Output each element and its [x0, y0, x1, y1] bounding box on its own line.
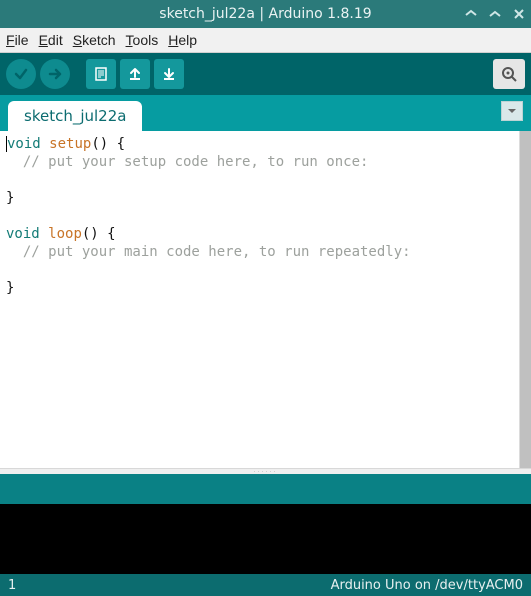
menu-file[interactable]: File — [6, 32, 29, 48]
toolbar — [0, 53, 531, 95]
window-controls — [463, 0, 527, 28]
serial-monitor-button[interactable] — [493, 59, 525, 89]
menu-edit-rest: dit — [48, 32, 63, 48]
tab-bar: sketch_jul22a — [0, 95, 531, 131]
vertical-scrollbar[interactable] — [519, 131, 531, 468]
tab-menu-button[interactable] — [501, 101, 523, 121]
maximize-icon[interactable] — [487, 6, 503, 22]
window-titlebar: sketch_jul22a | Arduino 1.8.19 — [0, 0, 531, 28]
menu-help-rest: elp — [178, 32, 197, 48]
upload-button[interactable] — [40, 59, 70, 89]
new-button[interactable] — [86, 59, 116, 89]
editor-area: void setup() { // put your setup code he… — [0, 131, 531, 468]
open-button[interactable] — [120, 59, 150, 89]
close-icon[interactable] — [511, 6, 527, 22]
menu-help[interactable]: Help — [168, 32, 197, 48]
menu-sketch-rest: ketch — [82, 32, 115, 48]
status-footer: 1 Arduino Uno on /dev/ttyACM0 — [0, 574, 531, 596]
line-number: 1 — [8, 578, 16, 593]
message-bar — [0, 474, 531, 504]
menu-sketch[interactable]: Sketch — [73, 32, 116, 48]
minimize-icon[interactable] — [463, 6, 479, 22]
save-button[interactable] — [154, 59, 184, 89]
verify-button[interactable] — [6, 59, 36, 89]
menu-edit[interactable]: Edit — [39, 32, 63, 48]
menu-file-rest: ile — [15, 32, 29, 48]
menu-bar: File Edit Sketch Tools Help — [0, 28, 531, 53]
board-port-info: Arduino Uno on /dev/ttyACM0 — [331, 578, 523, 593]
tab-label: sketch_jul22a — [24, 107, 126, 125]
tab-active[interactable]: sketch_jul22a — [8, 101, 142, 131]
menu-tools[interactable]: Tools — [126, 32, 159, 48]
scrollbar-thumb[interactable] — [520, 131, 531, 468]
code-editor[interactable]: void setup() { // put your setup code he… — [0, 131, 519, 468]
output-console[interactable] — [0, 504, 531, 574]
menu-tools-rest: ools — [133, 32, 159, 48]
window-title: sketch_jul22a | Arduino 1.8.19 — [159, 6, 371, 22]
